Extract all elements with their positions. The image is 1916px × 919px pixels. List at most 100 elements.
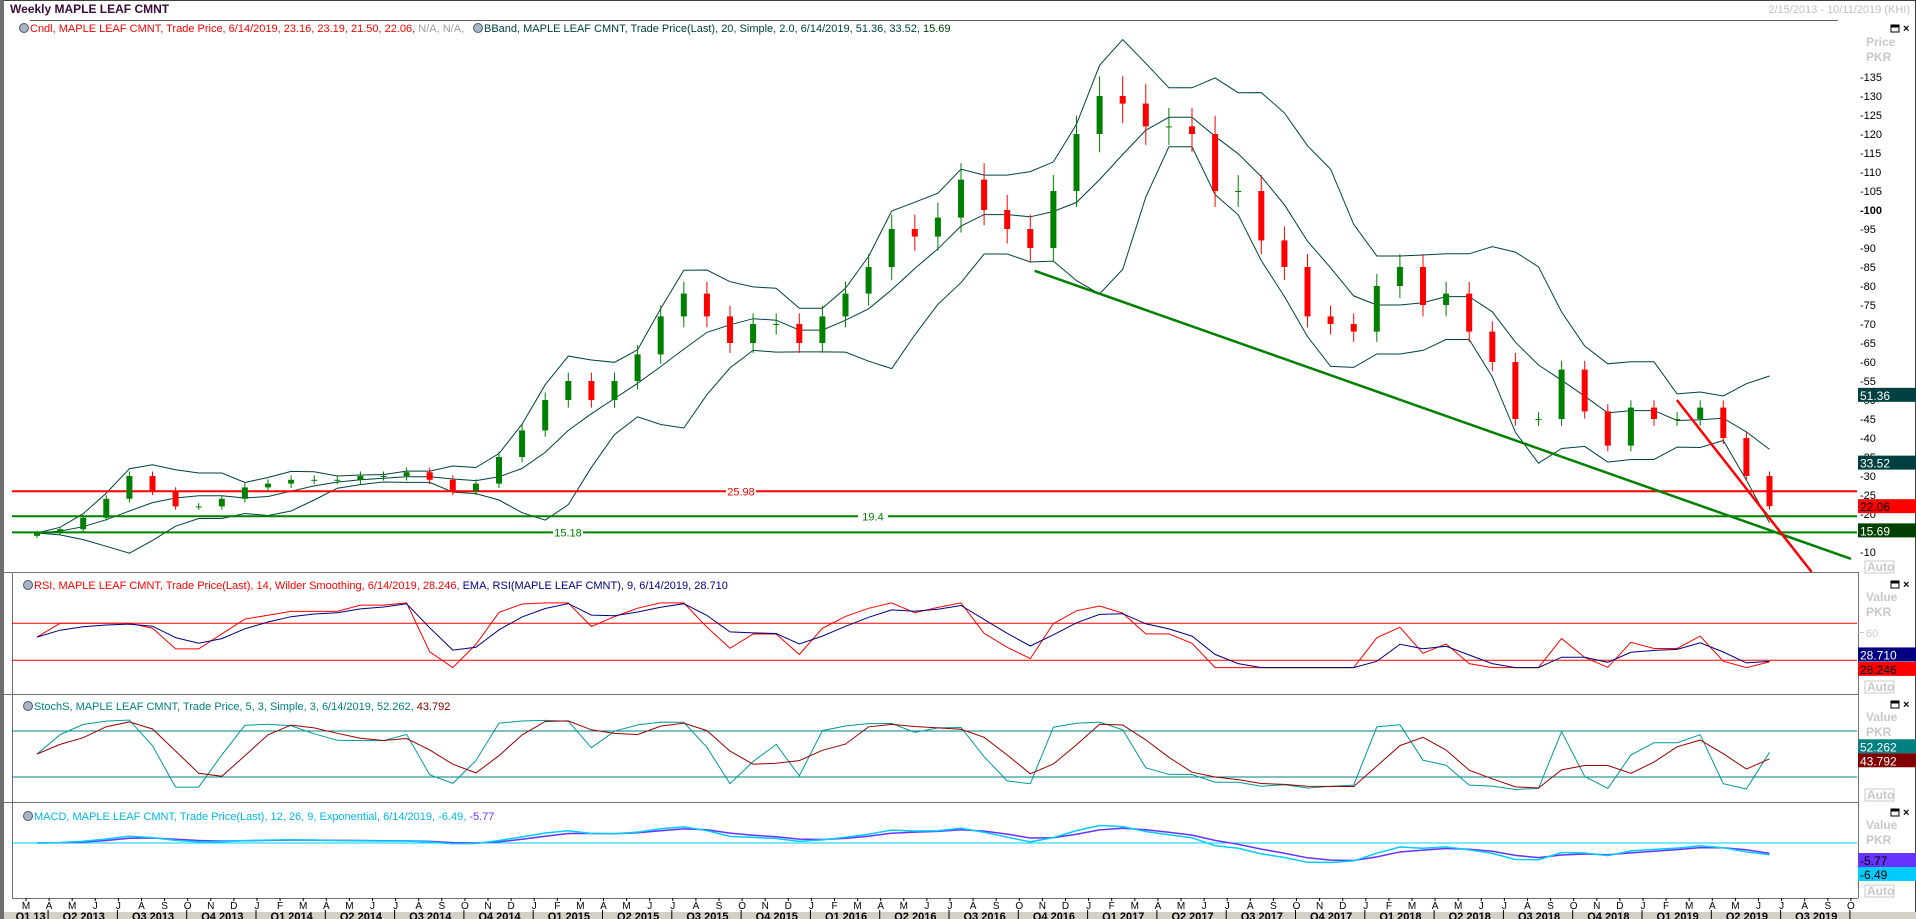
month-label: A (1709, 901, 1716, 912)
date-range: 2/15/2013 - 10/11/2019 (KHI) (1768, 4, 1910, 16)
candle-body (1581, 369, 1588, 412)
candle-body (542, 400, 549, 431)
signal-legend-text: -5.77 (466, 811, 494, 823)
stoch-axis-unit: PKR (1866, 725, 1892, 739)
candle-body (380, 476, 387, 477)
horizontal-line-label: 25.98 (727, 486, 755, 498)
candle-body (1212, 134, 1219, 191)
macd-axis-unit: PKR (1866, 833, 1892, 847)
month-label: A (323, 901, 330, 912)
candle-body (1096, 96, 1103, 134)
ema-legend-text: EMA, RSI(MAPLE LEAF CMNT), 9, 6/14/2019,… (460, 580, 728, 592)
candle-body (57, 529, 64, 533)
close-icon[interactable]: × (1903, 579, 1909, 591)
macd-value-label: -6.49 (1860, 868, 1888, 882)
clock-icon[interactable] (19, 23, 29, 33)
quarter-label: Q4 2017 (1310, 911, 1352, 919)
candle-body (796, 324, 803, 343)
rsi-legend: RSI, MAPLE LEAF CMNT, Trade Price(Last),… (23, 580, 728, 592)
clock-icon[interactable] (473, 23, 483, 33)
candle-body (1142, 103, 1149, 127)
candle-body (1235, 191, 1242, 192)
quarter-label: Q2 2016 (894, 911, 936, 919)
candle-body (1766, 476, 1773, 507)
price-tick-label: -70 (1860, 319, 1876, 331)
quarter-label: Q3 2018 (1518, 911, 1560, 919)
stoch-k-value-label: 52.262 (1860, 740, 1897, 754)
candle-body (126, 476, 133, 499)
candle-body (611, 381, 618, 400)
month-label: J (1641, 901, 1646, 912)
macd-legend: MACD, MAPLE LEAF CMNT, Trade Price(Last)… (23, 811, 494, 823)
chart-title: Weekly MAPLE LEAF CMNT (10, 2, 170, 16)
quarter-label: Q3 2013 (132, 911, 174, 919)
candle-body (680, 293, 687, 317)
auto-scale-label: Auto (1867, 680, 1894, 694)
price-tick-label: -130 (1860, 91, 1882, 103)
candle-body (1327, 316, 1334, 324)
candle-body (1512, 362, 1519, 419)
price-tick-label: -105 (1860, 186, 1882, 198)
month-label: J (532, 901, 537, 912)
month-label: J (670, 901, 675, 912)
month-label: A (600, 901, 607, 912)
clock-icon[interactable] (23, 701, 33, 711)
candle-body (403, 472, 410, 476)
price-tick-label: -10 (1860, 547, 1876, 559)
quarter-label: Q2 2015 (617, 911, 659, 919)
stoch-k-legend: StochS, MAPLE LEAF CMNT, Trade Price, 5,… (34, 701, 414, 713)
clock-icon[interactable] (23, 811, 33, 821)
candle-body (1651, 407, 1657, 419)
candle-body (773, 324, 780, 325)
quarter-label: Q2 2017 (1171, 911, 1213, 919)
candle-body (265, 483, 271, 488)
quarter-label: Q3 2014 (409, 911, 452, 919)
candle-body (1627, 407, 1634, 446)
candle-body (426, 472, 433, 480)
price-tick-label: -40 (1860, 433, 1876, 445)
candle-body (750, 324, 757, 343)
month-label: J (1086, 901, 1091, 912)
candle-body (1004, 210, 1011, 229)
month-label: J (393, 901, 398, 912)
price-tick-label: -90 (1860, 243, 1876, 255)
candle-body (842, 293, 849, 317)
svg-text:BBand, MAPLE LEAF CMNT, Trade: BBand, MAPLE LEAF CMNT, Trade Price(Last… (484, 23, 951, 35)
price-tick-label: -75 (1860, 300, 1876, 312)
clock-icon[interactable] (23, 580, 33, 590)
candle-body (703, 293, 710, 317)
close-icon[interactable]: × (1903, 699, 1909, 711)
quarter-label: Q4 2015 (756, 911, 798, 919)
quarter-label: Q2 2019 (1726, 911, 1768, 919)
price-value-label: 15.69 (1860, 524, 1890, 538)
candle-body (1350, 324, 1357, 332)
candle-body (334, 479, 341, 481)
candle-body (1420, 267, 1426, 305)
price-tick-label: -120 (1860, 129, 1882, 141)
candle-body (357, 476, 364, 480)
price-tick-label: -45 (1860, 414, 1876, 426)
bband-legend: BBand, MAPLE LEAF CMNT, Trade Price(Last… (484, 23, 920, 35)
month-label: J (809, 901, 814, 912)
candle-body (496, 457, 502, 484)
price-tick-label: -95 (1860, 224, 1876, 236)
quarter-label: Q3 2019 (1795, 911, 1837, 919)
svg-text:Cndl, MAPLE LEAF CMNT, Trade P: Cndl, MAPLE LEAF CMNT, Trade Price, 6/14… (30, 23, 464, 35)
auto-scale-label: Auto (1867, 884, 1894, 898)
month-label: J (948, 901, 953, 912)
rsi-value-label: 28.246 (1860, 663, 1897, 677)
candle-body (80, 517, 87, 530)
candle-body (634, 354, 641, 381)
close-icon[interactable]: × (1903, 23, 1909, 35)
close-icon[interactable]: × (1903, 807, 1909, 819)
month-label: A (877, 901, 884, 912)
quarter-label: Q2 2013 (63, 911, 105, 919)
svg-text:MACD, MAPLE LEAF CMNT, Trade P: MACD, MAPLE LEAF CMNT, Trade Price(Last)… (34, 811, 494, 823)
candle-body (1604, 411, 1611, 446)
candle-body (657, 316, 664, 355)
month-label: J (1502, 901, 1507, 912)
candle-body (288, 479, 295, 484)
candle-body (1189, 126, 1195, 134)
candle-body (1304, 267, 1311, 317)
price-tick-label: -55 (1860, 376, 1876, 388)
